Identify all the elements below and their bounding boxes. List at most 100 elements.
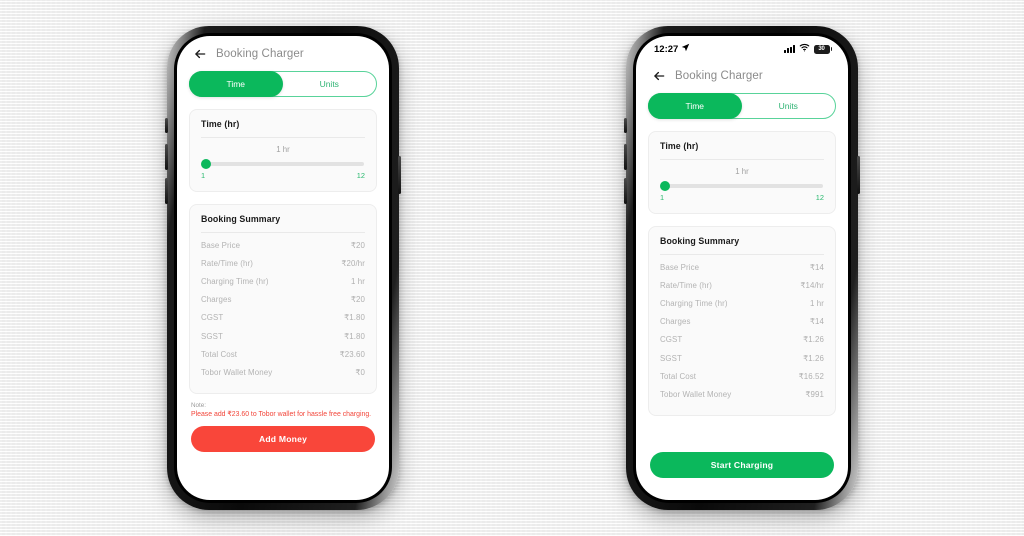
phone-mockup-right: 12:27 30 Booking Charger Time Units Time…: [624, 26, 860, 510]
row-value: ₹20: [350, 295, 365, 305]
row-value: ₹23.60: [339, 349, 365, 359]
status-bar-time: 12:27: [654, 43, 679, 55]
battery-level: 30: [813, 44, 830, 54]
tab-time[interactable]: Time: [189, 71, 283, 97]
row-label: SGST: [201, 331, 223, 341]
time-slider-range: 1 12: [201, 166, 365, 180]
start-charging-button[interactable]: Start Charging: [650, 452, 834, 478]
time-card: Time (hr) 1 hr 1 12: [648, 131, 836, 214]
volume-up-button[interactable]: [165, 144, 168, 170]
booking-summary-card: Booking Summary Base Price ₹20 Rate/Time …: [189, 204, 377, 394]
divider: [201, 232, 365, 233]
volume-down-button[interactable]: [165, 178, 168, 204]
booking-summary-title: Booking Summary: [201, 214, 281, 224]
row-label: Charges: [201, 295, 232, 305]
booking-charger-screen: Booking Charger Time Units Time (hr) 1 h…: [636, 58, 848, 500]
start-charging-label: Start Charging: [710, 460, 774, 470]
row-label: Total Cost: [660, 371, 697, 381]
tab-units-label: Units: [319, 79, 339, 89]
time-slider-thumb[interactable]: [201, 159, 211, 169]
note-label: Note:: [191, 401, 207, 409]
table-row: Charging Time (hr) 1 hr: [660, 294, 824, 312]
row-label: Charging Time (hr): [660, 298, 728, 308]
booking-charger-screen: Booking Charger Time Units Time (hr) 1 h…: [177, 36, 389, 500]
table-row: Charges ₹14: [660, 313, 824, 331]
table-row: Tobor Wallet Money ₹991: [660, 385, 824, 403]
time-slider[interactable]: [201, 159, 364, 169]
time-card-title: Time (hr): [201, 119, 240, 129]
row-value: ₹20: [350, 240, 365, 250]
row-label: Charging Time (hr): [201, 276, 269, 286]
wallet-note: Note: Please add ₹23.60 to Tobor wallet …: [189, 402, 377, 419]
row-value: ₹1.26: [803, 353, 824, 363]
row-value: 1 hr: [351, 276, 365, 286]
phone-bezel: Booking Charger Time Units Time (hr) 1 h…: [174, 33, 392, 503]
volume-down-button[interactable]: [624, 178, 627, 204]
row-label: Total Cost: [201, 349, 238, 359]
page-title: Booking Charger: [675, 70, 763, 82]
mode-segmented-control: Time Units: [648, 93, 836, 119]
table-row: SGST ₹1.80: [201, 327, 365, 345]
time-slider[interactable]: [660, 181, 823, 191]
table-row: Charges ₹20: [201, 291, 365, 309]
app-bar: Booking Charger: [648, 58, 836, 91]
row-value: ₹991: [805, 389, 824, 399]
add-money-button[interactable]: Add Money: [191, 426, 375, 452]
row-label: Base Price: [660, 262, 700, 272]
row-value: ₹1.26: [803, 335, 824, 345]
tab-units-label: Units: [778, 101, 798, 111]
row-value: ₹14: [809, 317, 824, 327]
cta-container: Add Money: [189, 426, 377, 500]
phone-mockup-left: Booking Charger Time Units Time (hr) 1 h…: [165, 26, 401, 510]
silent-switch[interactable]: [165, 118, 168, 133]
row-value: ₹1.80: [344, 331, 365, 341]
back-arrow-icon[interactable]: [652, 69, 666, 83]
time-slider-range: 1 12: [660, 188, 824, 202]
cta-container: Start Charging: [648, 452, 836, 500]
status-bar-right: 30: [783, 43, 832, 55]
tab-time[interactable]: Time: [648, 93, 742, 119]
row-value: ₹14: [809, 262, 824, 272]
phone-screen-right: 12:27 30 Booking Charger Time Units Time…: [636, 36, 848, 500]
row-value: ₹1.80: [344, 313, 365, 323]
row-label: Rate/Time (hr): [201, 258, 253, 268]
silent-switch[interactable]: [624, 118, 627, 133]
booking-summary-rows: Base Price ₹20 Rate/Time (hr) ₹20/hr Charg…: [201, 236, 365, 382]
row-label: CGST: [660, 335, 683, 345]
time-card: Time (hr) 1 hr 1 12: [189, 109, 377, 192]
table-row: Rate/Time (hr) ₹14/hr: [660, 276, 824, 294]
table-row: Charging Time (hr) 1 hr: [201, 272, 365, 290]
row-value: ₹0: [355, 367, 365, 377]
booking-summary-card: Booking Summary Base Price ₹14 Rate/Time …: [648, 226, 836, 416]
power-button[interactable]: [398, 156, 401, 194]
time-slider-thumb[interactable]: [660, 181, 670, 191]
table-row: CGST ₹1.26: [660, 331, 824, 349]
power-button[interactable]: [857, 156, 860, 194]
time-slider-max: 12: [815, 193, 824, 202]
row-label: Rate/Time (hr): [660, 280, 712, 290]
table-row: Base Price ₹14: [660, 258, 824, 276]
screenshot-canvas: Booking Charger Time Units Time (hr) 1 h…: [0, 0, 1024, 536]
row-value: 1 hr: [810, 298, 824, 308]
cellular-signal-icon: [783, 45, 795, 53]
tab-units[interactable]: Units: [742, 94, 836, 118]
table-row: Tobor Wallet Money ₹0: [201, 363, 365, 381]
tab-time-label: Time: [685, 101, 705, 111]
volume-up-button[interactable]: [624, 144, 627, 170]
row-label: SGST: [660, 353, 682, 363]
row-label: CGST: [201, 313, 224, 323]
app-bar: Booking Charger: [189, 36, 377, 69]
row-label: Tobor Wallet Money: [660, 389, 732, 399]
wifi-icon: [799, 43, 810, 55]
divider: [660, 254, 824, 255]
row-label: Charges: [660, 317, 691, 327]
table-row: Base Price ₹20: [201, 236, 365, 254]
back-arrow-icon[interactable]: [193, 47, 207, 61]
battery-icon: 30: [813, 44, 832, 54]
time-slider-max: 12: [356, 171, 365, 180]
page-title: Booking Charger: [216, 48, 304, 60]
tab-units[interactable]: Units: [283, 72, 377, 96]
tab-time-label: Time: [226, 79, 246, 89]
